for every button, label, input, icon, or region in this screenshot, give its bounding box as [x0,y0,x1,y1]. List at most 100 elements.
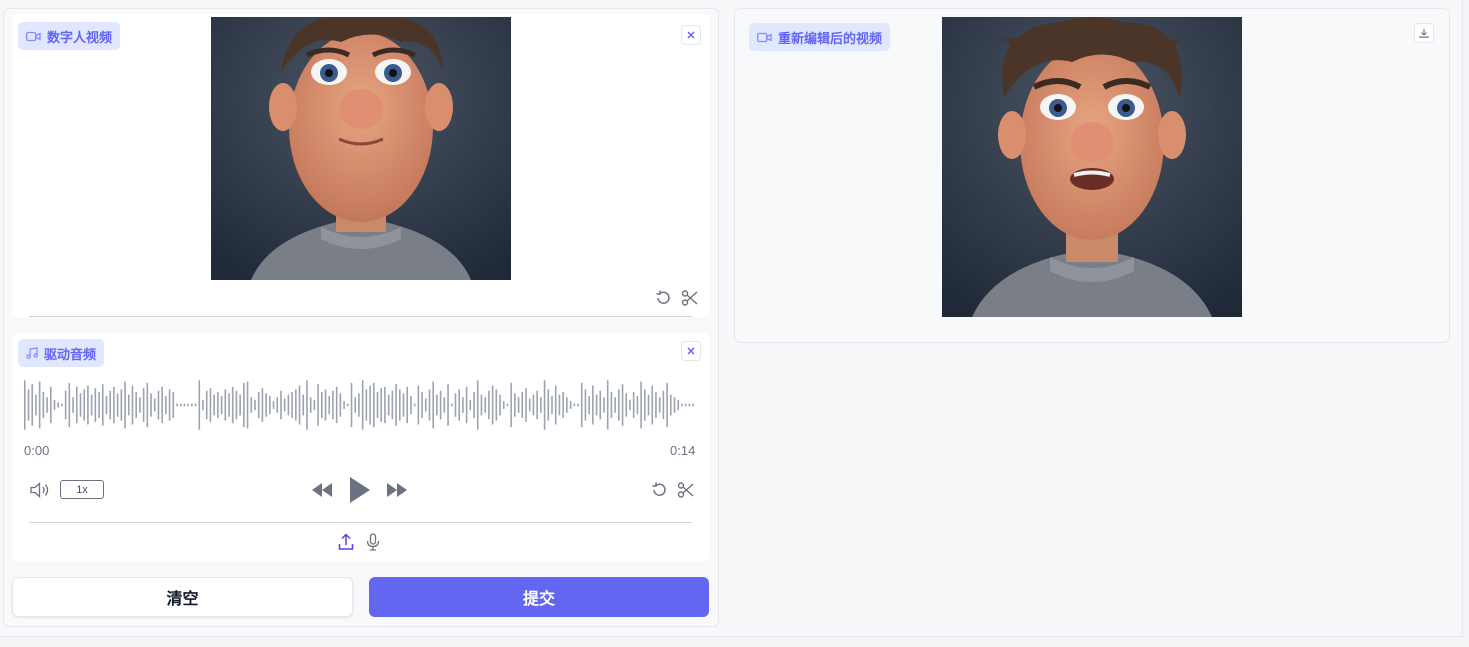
music-note-icon [26,347,38,359]
waveform-bar [335,386,338,424]
undo-icon [656,290,670,304]
waveform-bar [224,389,227,421]
waveform-bar [287,394,290,416]
waveform-bar [450,403,453,407]
waveform-bar [146,382,149,428]
rewind-button[interactable] [310,480,334,500]
scissors-icon [681,290,698,306]
waveform-bar [677,399,680,411]
waveform-bar [135,392,137,418]
waveform-bar [573,403,576,407]
waveform-bar [473,392,475,418]
waveform-bar [254,399,256,411]
waveform-bar [514,393,516,417]
input-video-trim-button[interactable] [680,288,700,308]
waveform-bar [257,392,260,418]
waveform-bar [543,380,546,430]
waveform-bar [354,397,357,413]
waveform-bar [465,386,468,424]
waveform-bar [83,389,85,421]
playback-speed-button[interactable]: 1x [60,480,104,499]
waveform-bar [276,397,279,413]
waveform-bar [317,384,319,426]
waveform-bar [101,384,104,426]
clear-button[interactable]: 清空 [12,577,353,617]
volume-icon [30,482,49,498]
audio-trim-button[interactable] [676,480,696,500]
play-button[interactable] [346,476,372,504]
waveform-bar [480,394,483,416]
waveform-bar [191,403,193,407]
input-video-undo-button[interactable] [653,288,673,308]
waveform-bar [239,394,241,416]
input-video-close-button[interactable] [681,25,701,45]
waveform-bar [265,393,267,417]
waveform-bar [358,393,360,417]
waveform-bar [250,397,253,413]
waveform-bar [688,403,691,407]
waveform-bar [603,397,605,413]
upload-icon [338,533,354,550]
waveform-bar [454,393,457,417]
download-button[interactable] [1414,23,1434,43]
input-video-label-text: 数字人视频 [47,30,113,46]
waveform-bar [436,394,438,416]
submit-button[interactable]: 提交 [369,577,709,617]
volume-button[interactable] [28,480,52,500]
audio-divider [29,522,692,523]
waveform-bar [554,385,557,425]
waveform-bar [558,394,561,416]
waveform-bar [343,401,345,409]
waveform-bar [439,390,442,420]
audio-time-end: 0:14 [670,443,696,458]
upload-audio-button[interactable] [336,532,356,552]
waveform-bar [658,397,661,413]
waveform-bar [614,397,616,413]
waveform-bar [599,390,602,420]
waveform-bar [402,393,405,417]
waveform-bar [525,388,527,422]
waveform-bar [183,403,186,407]
fast-forward-button[interactable] [385,480,409,500]
waveform-bar [90,394,93,416]
input-video-player[interactable] [211,17,511,280]
waveform-bar [24,380,26,430]
waveform-bar [491,385,494,425]
waveform-bar [120,389,123,421]
waveform-bar [517,397,520,413]
waveform-bar [165,395,167,415]
waveform-bar [332,390,334,420]
waveform-bar [551,395,553,415]
audio-label-text: 驱动音频 [44,347,97,363]
waveform-bar [684,403,687,407]
record-audio-button[interactable] [363,532,383,552]
waveform-bar [413,403,416,407]
waveform-bar [655,392,657,418]
audio-undo-button[interactable] [649,480,669,500]
undo-icon [652,482,666,496]
waveform-bar [424,398,427,412]
output-video-player[interactable] [942,17,1242,317]
download-icon [1419,29,1429,38]
waveform-bar [150,393,152,417]
waveform-bar [387,394,390,416]
waveform-bar [87,385,89,425]
edited-avatar-video-frame [942,17,1242,317]
waveform-bar [280,390,282,420]
waveform-bar [380,388,383,422]
waveform-bar [172,392,175,418]
waveform-bar [38,381,41,429]
audio-close-button[interactable] [681,341,701,361]
waveform-bar [528,398,531,412]
waveform-bar [458,389,460,421]
waveform-bar [209,388,212,422]
audio-waveform[interactable] [24,378,696,432]
waveform-bar [372,382,375,428]
waveform-bar [347,403,349,407]
waveform-bar [105,395,108,415]
waveform-bar [57,402,60,408]
waveform-bar [398,389,401,421]
waveform-bar [42,392,45,418]
waveform-bar [391,390,394,420]
video-camera-icon [26,31,41,42]
